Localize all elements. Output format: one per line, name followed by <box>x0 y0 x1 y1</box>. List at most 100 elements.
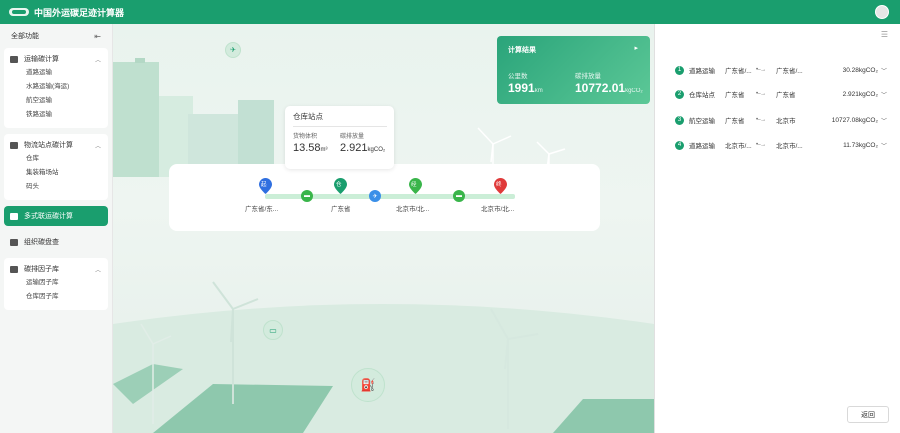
leg-type: 仓库站点 <box>689 92 715 99</box>
list-menu-icon[interactable]: ☰ <box>881 30 888 39</box>
leg-from: 广东省/... <box>725 68 752 75</box>
truck-float-icon: ▭ <box>263 320 283 340</box>
inventory-icon <box>10 238 18 246</box>
sidebar-item-multimodal[interactable]: 多式联运碳计算 <box>4 206 108 226</box>
sidebar-item-org-inventory[interactable]: 组织碳盘查 <box>4 232 108 252</box>
group-label: 碳排因子库 <box>24 266 59 273</box>
sidebar-item-road[interactable]: 道路运输 <box>4 66 108 80</box>
tooltip-emission-wrap: 2.921kgCO₂ <box>340 142 385 154</box>
chevron-right-icon[interactable]: ▸ <box>634 44 638 52</box>
back-button[interactable]: 返回 <box>847 406 889 423</box>
sidebar-item-label: 组织碳盘查 <box>24 239 59 246</box>
emission-label: 碳排放量 <box>575 73 601 80</box>
sidebar-item-container-yard[interactable]: 集装箱场站 <box>4 166 108 180</box>
sidebar-item-rail[interactable]: 铁路运输 <box>4 108 108 122</box>
app-title: 中国外运碳足迹计算器 <box>34 7 125 18</box>
leg-from: 广东省 <box>725 92 745 99</box>
truck-mode-icon[interactable]: ▬ <box>453 190 465 202</box>
leg-value: 11.73kgCO₂ <box>843 141 878 149</box>
leg-from: 北京市/... <box>725 143 752 150</box>
sidebar-item-warehouse-factors[interactable]: 仓库因子库 <box>4 290 108 304</box>
sidebar-item-air[interactable]: 航空运输 <box>4 94 108 108</box>
leg-number: 3 <box>675 115 684 125</box>
sidebar-item-warehouse[interactable]: 仓库 <box>4 152 108 166</box>
destination-badge: 终 <box>496 182 502 188</box>
leg-row[interactable]: 1 道路运输 广东省/... •···→ 广东省/... 30.28kgCO₂ … <box>675 64 887 76</box>
chevron-down-icon[interactable]: ﹀ <box>881 90 887 99</box>
leg-row[interactable]: 4 道路运输 北京市/... •···→ 北京市/... 11.73kgCO₂ … <box>675 139 887 151</box>
leg-number: 2 <box>675 89 684 99</box>
collapse-sidebar-icon[interactable]: ⇤ <box>94 32 101 41</box>
route-arrow-icon: •···→ <box>756 117 766 123</box>
sidebar-header: 全部功能 ⇤ <box>0 24 112 48</box>
leg-to: 广东省/... <box>776 68 803 75</box>
leg-value: 10727.08kgCO₂ <box>831 116 878 124</box>
leg-value: 30.28kgCO₂ <box>842 66 878 74</box>
emission-value-wrap: 10772.01kgCO₂ <box>575 81 643 95</box>
result-card[interactable]: 计算结果 ▸ 公里数 1991km 碳排放量 10772.01kgCO₂ <box>497 36 650 104</box>
via-badge: 经 <box>411 182 417 188</box>
sidebar-group-transport: 运输碳计算 ︿ 道路运输 水路运输(海运) 航空运输 铁路运输 <box>4 48 108 128</box>
result-card-title: 计算结果 <box>508 47 536 54</box>
charging-station-icon: ⛽ <box>351 368 385 402</box>
leg-to: 北京市/... <box>776 143 803 150</box>
all-functions-label: 全部功能 <box>11 33 39 40</box>
origin-badge: 起 <box>261 182 267 188</box>
volume-value-wrap: 13.58m³ <box>293 142 328 154</box>
chevron-up-icon: ︿ <box>94 57 101 64</box>
chevron-down-icon[interactable]: ﹀ <box>881 141 887 150</box>
building-top <box>135 58 145 63</box>
chevron-up-icon: ︿ <box>94 267 101 274</box>
warehouse-tooltip: 仓库站点 货物体积 13.58m³ 碳排放量 2.921kgCO₂ <box>285 106 394 169</box>
warehouse-icon <box>10 141 18 149</box>
map-scene: ✈ ▭ ⛽ 计算结果 ▸ 公里数 1991km 碳排放量 10772.01kgC… <box>113 24 654 433</box>
truck-icon <box>10 55 18 63</box>
origin-label: 广东省/东... <box>245 206 279 213</box>
sidebar-group-title-library[interactable]: 碳排因子库 ︿ <box>4 262 108 276</box>
volume-label: 货物体积 <box>293 134 318 140</box>
route-arrow-icon: •···→ <box>756 91 766 97</box>
route-arrow-icon: •···→ <box>756 142 766 148</box>
tooltip-emission-label: 碳排放量 <box>340 134 365 140</box>
leg-number: 1 <box>675 65 684 75</box>
sidebar-group-logistics: 物流站点碳计算 ︿ 仓库 集装箱场站 码头 <box>4 134 108 200</box>
tooltip-title: 仓库站点 <box>293 112 323 121</box>
warehouse-badge: 仓 <box>336 182 342 188</box>
sidebar-item-dock[interactable]: 码头 <box>4 180 108 194</box>
tooltip-divider <box>293 126 387 127</box>
emission-value: 10772.01 <box>575 81 626 95</box>
truck-mode-icon[interactable]: ▬ <box>301 190 313 202</box>
tooltip-emission-value: 2.921 <box>340 142 368 154</box>
user-avatar[interactable] <box>875 5 889 19</box>
tooltip-emission-unit: kgCO₂ <box>367 147 386 153</box>
chevron-up-icon: ︿ <box>94 143 101 150</box>
leg-type: 道路运输 <box>689 143 715 150</box>
sidebar-group-title-logistics[interactable]: 物流站点碳计算 ︿ <box>4 138 108 152</box>
sidebar-item-label: 多式联运碳计算 <box>24 213 73 220</box>
building <box>113 62 159 177</box>
company-logo <box>9 8 29 16</box>
leg-type: 航空运输 <box>689 118 715 125</box>
group-label: 运输碳计算 <box>24 56 59 63</box>
leg-row[interactable]: 2 仓库站点 广东省 •···→ 广东省 2.921kgCO₂ ﹀ <box>675 88 887 100</box>
sidebar-item-transport-factors[interactable]: 运输因子库 <box>4 276 108 290</box>
multimodal-icon <box>10 212 18 220</box>
chevron-down-icon[interactable]: ﹀ <box>881 66 887 75</box>
volume-value: 13.58 <box>293 142 321 154</box>
leg-number: 4 <box>675 140 684 150</box>
leg-to: 广东省 <box>776 92 796 99</box>
distance-label: 公里数 <box>508 73 528 80</box>
distance-value-wrap: 1991km <box>508 81 543 95</box>
chevron-down-icon[interactable]: ﹀ <box>881 116 887 125</box>
leg-value: 2.921kgCO₂ <box>842 90 878 98</box>
leg-row[interactable]: 3 航空运输 广东省 •···→ 北京市 10727.08kgCO₂ ﹀ <box>675 114 887 126</box>
sidebar-item-water[interactable]: 水路运输(海运) <box>4 80 108 94</box>
sidebar: 全部功能 ⇤ 运输碳计算 ︿ 道路运输 水路运输(海运) 航空运输 铁路运输 物… <box>0 24 113 433</box>
top-bar: 中国外运碳足迹计算器 <box>0 0 900 24</box>
destination-label: 北京市/北... <box>481 206 515 213</box>
plane-mode-icon[interactable]: ✈ <box>369 190 381 202</box>
volume-unit: m³ <box>320 147 328 153</box>
group-label: 物流站点碳计算 <box>24 142 73 149</box>
legs-panel: ☰ 1 道路运输 广东省/... •···→ 广东省/... 30.28kgCO… <box>654 24 900 433</box>
sidebar-group-title-transport[interactable]: 运输碳计算 ︿ <box>4 52 108 66</box>
